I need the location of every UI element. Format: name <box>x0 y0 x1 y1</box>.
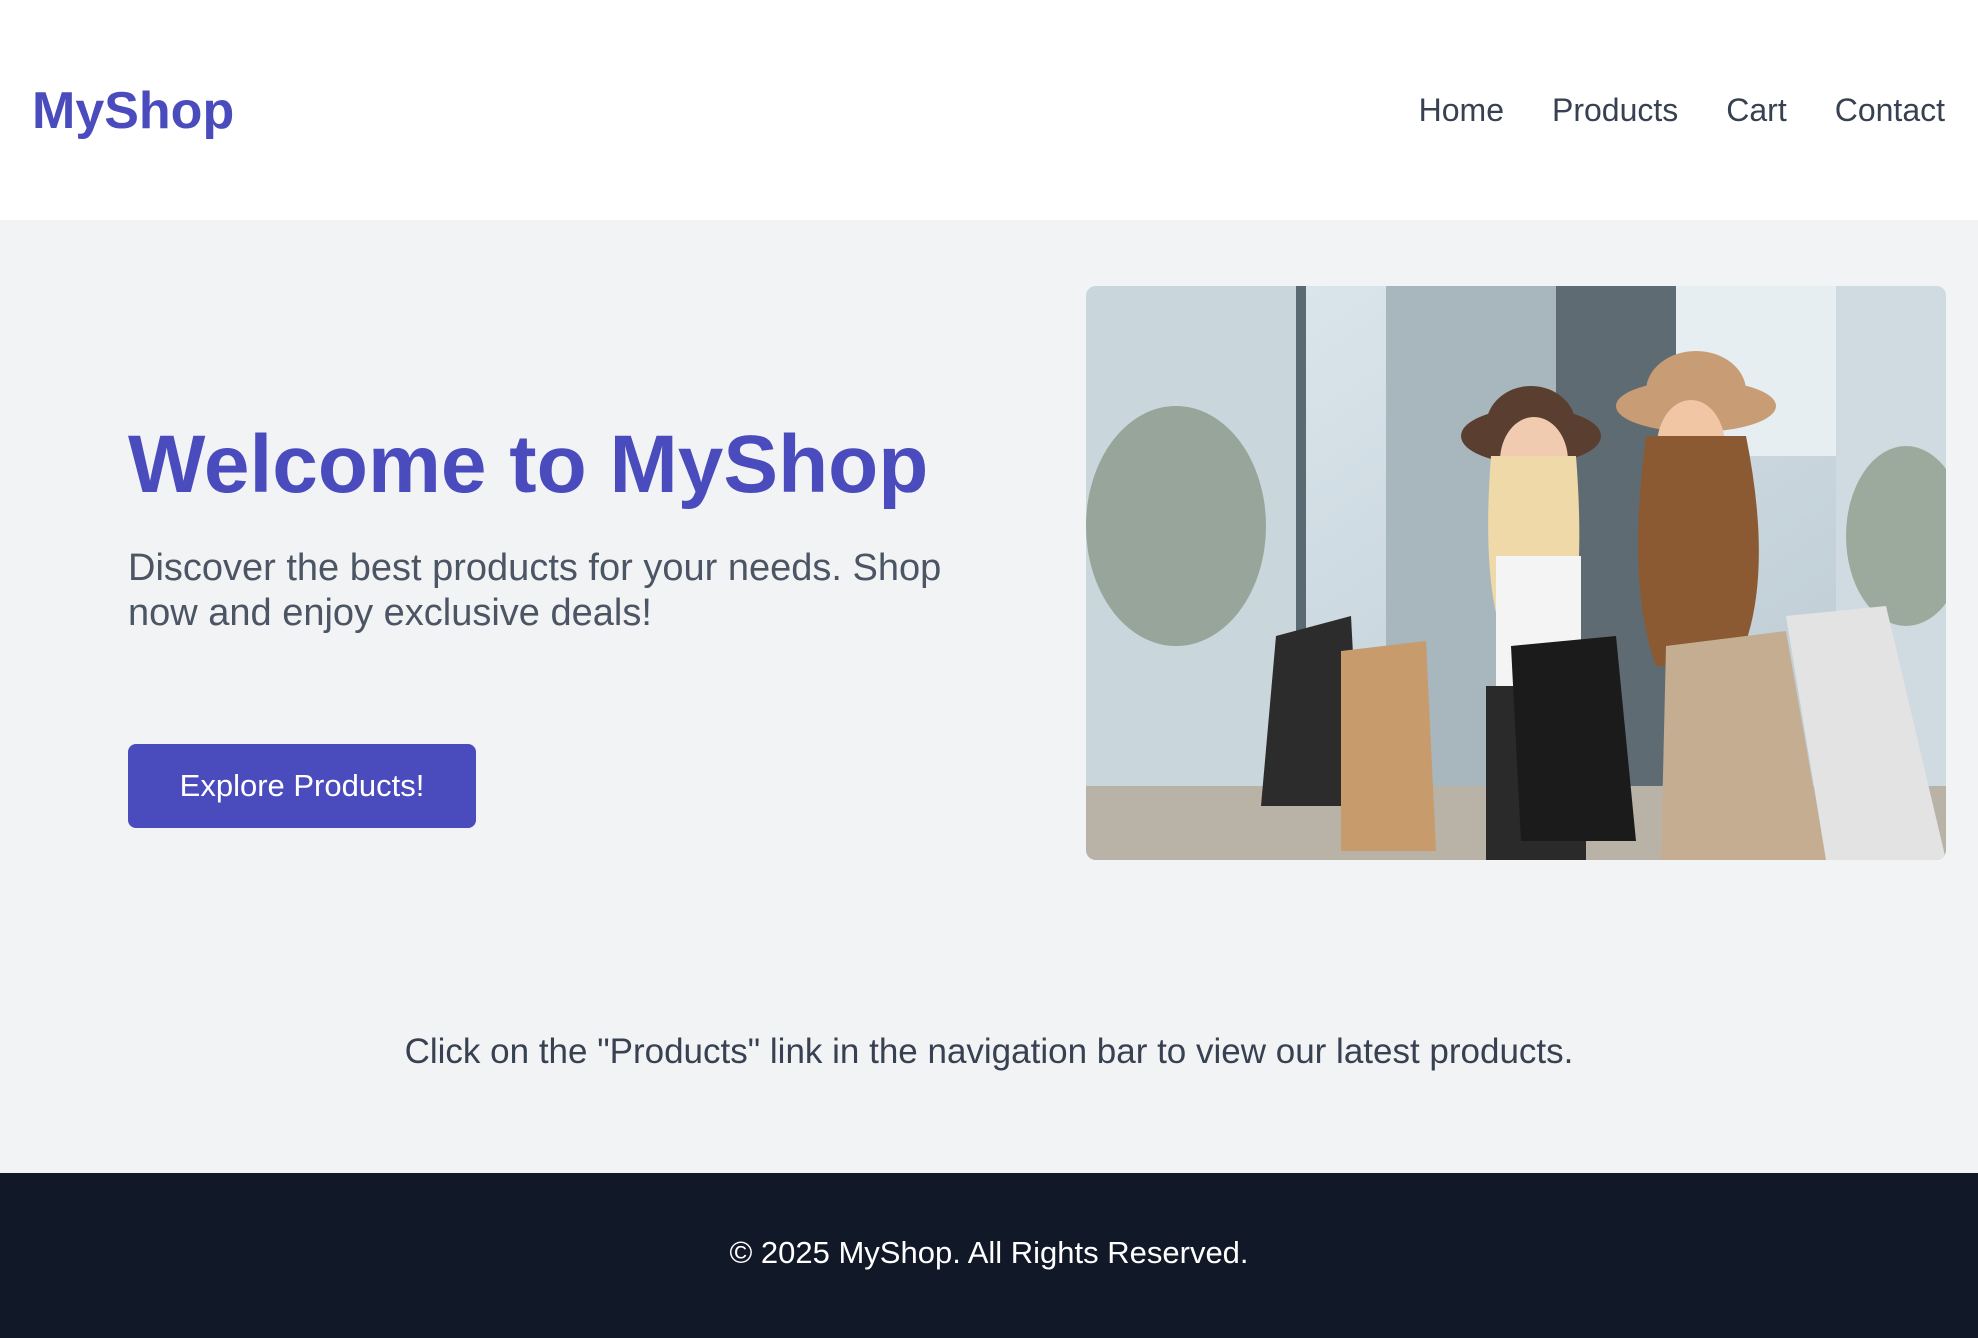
nav-link-products[interactable]: Products <box>1552 88 1678 132</box>
site-footer: © 2025 MyShop. All Rights Reserved. <box>0 1173 1978 1338</box>
hero-title: Welcome to MyShop <box>128 419 929 510</box>
nav-link-home[interactable]: Home <box>1419 88 1504 132</box>
copyright-text: © 2025 MyShop. All Rights Reserved. <box>729 1235 1249 1270</box>
products-hint: Click on the "Products" link in the navi… <box>404 1032 1574 1071</box>
nav-link-cart[interactable]: Cart <box>1726 88 1786 132</box>
logo[interactable]: MyShop <box>32 80 234 142</box>
hero-image <box>1086 286 1946 860</box>
shopping-women-photo <box>1086 286 1946 860</box>
site-header: MyShop Home Products Cart Contact <box>0 0 1978 220</box>
hero-section: Welcome to MyShop Discover the best prod… <box>0 220 1978 1173</box>
nav-link-contact[interactable]: Contact <box>1835 88 1945 132</box>
main-nav: Home Products Cart Contact <box>1419 88 1945 132</box>
hero-subtitle: Discover the best products for your need… <box>128 547 942 634</box>
explore-products-button[interactable]: Explore Products! <box>128 744 476 828</box>
